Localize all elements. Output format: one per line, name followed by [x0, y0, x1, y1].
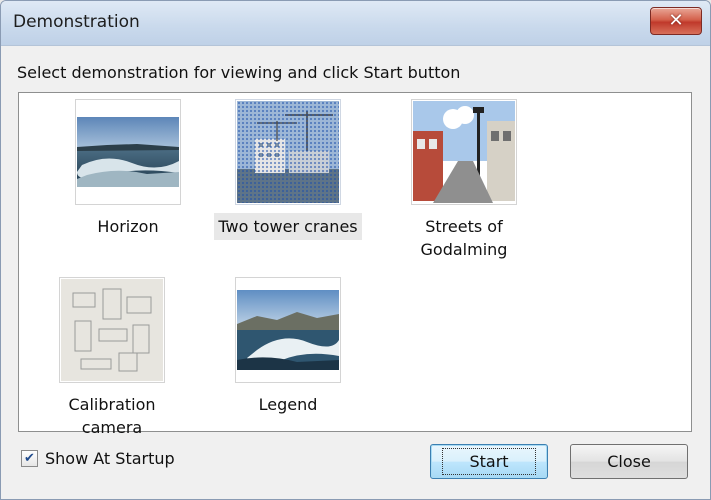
- demo-label: Two tower cranes: [214, 213, 362, 241]
- window-title: Demonstration: [13, 12, 140, 32]
- calibration-image: [61, 279, 163, 381]
- demonstration-dialog: Demonstration ✕ Select demonstration for…: [0, 0, 711, 500]
- start-button[interactable]: Start: [430, 444, 548, 479]
- demo-item-calibration-camera[interactable]: Calibration camera: [37, 277, 187, 441]
- selection-overlay: [237, 101, 339, 203]
- demo-label: Legend: [258, 395, 318, 414]
- tower-cranes-thumbnail: [235, 99, 341, 205]
- horizon-thumbnail: [75, 99, 181, 205]
- demo-label: Horizon: [97, 217, 159, 236]
- title-bar[interactable]: Demonstration ✕: [1, 1, 710, 46]
- demo-item-horizon[interactable]: Horizon: [53, 99, 203, 240]
- demo-item-legend[interactable]: Legend: [213, 277, 363, 418]
- close-button[interactable]: Close: [570, 444, 688, 479]
- show-at-startup-checkbox[interactable]: ✔ Show At Startup: [21, 449, 175, 468]
- window-close-button[interactable]: ✕: [650, 7, 702, 35]
- demo-label: Calibration camera: [68, 395, 156, 438]
- checkbox-box[interactable]: ✔: [21, 450, 38, 467]
- instruction-text: Select demonstration for viewing and cli…: [17, 63, 461, 82]
- legend-thumbnail: [235, 277, 341, 383]
- demo-list[interactable]: Horizon Two tower cranes Streets of Goda…: [18, 92, 692, 437]
- legend-image: [237, 290, 339, 370]
- show-at-startup-label: Show At Startup: [45, 449, 175, 468]
- close-icon: ✕: [668, 10, 684, 31]
- calibration-thumbnail: [59, 277, 165, 383]
- tower-cranes-image: [237, 101, 339, 203]
- demo-item-streets-of-godalming[interactable]: Streets of Godalming: [389, 99, 539, 263]
- demo-label: Streets of Godalming: [420, 217, 508, 260]
- street-thumbnail: [411, 99, 517, 205]
- horizon-image: [77, 117, 179, 187]
- demo-item-two-tower-cranes[interactable]: Two tower cranes: [213, 99, 363, 241]
- checkmark-icon: ✔: [24, 451, 35, 466]
- street-image: [413, 101, 515, 203]
